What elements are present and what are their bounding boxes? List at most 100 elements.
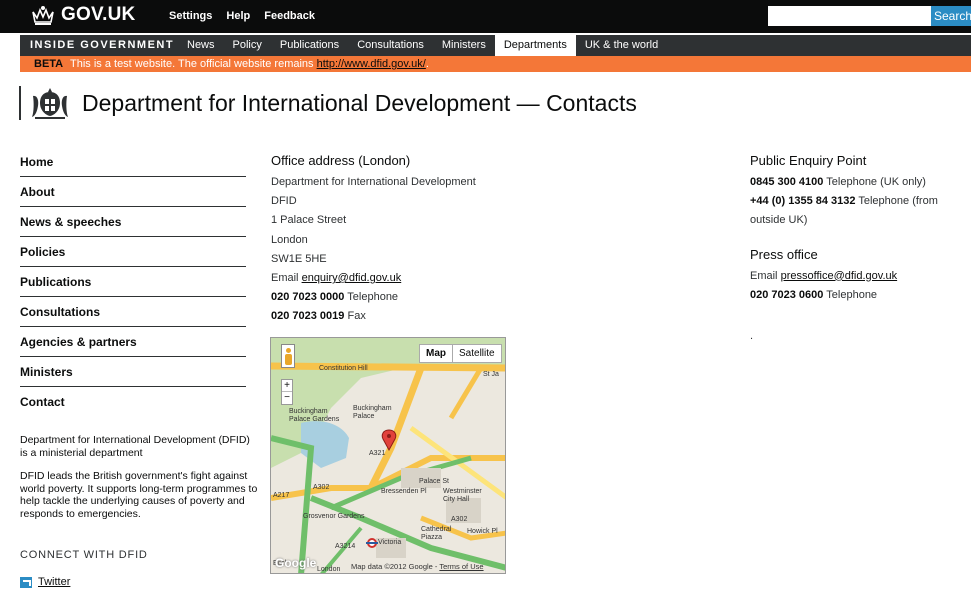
- map-label: A321: [369, 450, 386, 457]
- email-label: Email: [271, 272, 299, 285]
- map-data-text: Map data ©2012 Google -: [351, 562, 438, 571]
- govuk-logo[interactable]: GOV.UK: [31, 4, 135, 26]
- office-email-link[interactable]: enquiry@dfid.gov.uk: [302, 272, 402, 284]
- search-input[interactable]: [768, 6, 931, 26]
- nav-item-label: Publications: [20, 275, 92, 289]
- phone-label: Telephone: [826, 288, 878, 301]
- department-description: Department for International Development…: [20, 434, 260, 531]
- trailing-dot: .: [750, 330, 754, 343]
- nav-item-agencies-and-partners[interactable]: Agencies & partners: [20, 327, 246, 357]
- map-type-toggle: Map Satellite: [419, 344, 502, 363]
- map-type-map-button[interactable]: Map: [420, 345, 453, 362]
- map-type-satellite-button[interactable]: Satellite: [453, 345, 501, 362]
- nav-item-label: Home: [20, 155, 54, 169]
- fax-label: Fax: [347, 310, 366, 323]
- press-phone: 020 7023 0600: [750, 288, 824, 301]
- press-email-link[interactable]: pressoffice@dfid.gov.uk: [781, 270, 898, 282]
- office-email-row: Email enquiry@dfid.gov.uk: [271, 269, 571, 288]
- map-label: Victoria: [378, 539, 402, 546]
- address-line: Department for International Development: [271, 176, 476, 188]
- office-fax: 020 7023 0019: [271, 310, 345, 323]
- press-email-row: Email pressoffice@dfid.gov.uk: [750, 267, 965, 286]
- nav-item-label: Ministers: [20, 365, 73, 379]
- map-label: A302: [313, 484, 330, 491]
- tab-ministers[interactable]: Ministers: [433, 35, 495, 56]
- description-body: DFID leads the British government's figh…: [20, 470, 258, 520]
- address-line: DFID: [271, 195, 297, 208]
- nav-item-label: Policies: [20, 245, 66, 259]
- zoom-in-button[interactable]: +: [282, 380, 292, 392]
- public-enquiry-phone-row: 0845 300 4100 Telephone (UK only): [750, 173, 965, 192]
- connect-heading: CONNECT WITH DFID: [20, 549, 148, 561]
- nav-item-news-and-speeches[interactable]: News & speeches: [20, 207, 246, 237]
- tab-news[interactable]: News: [178, 35, 224, 56]
- nav-item-label: News & speeches: [20, 215, 122, 229]
- address-line: London: [271, 233, 308, 246]
- zoom-out-button[interactable]: −: [282, 392, 292, 404]
- feedback-link[interactable]: Feedback: [264, 10, 315, 22]
- page-header: Department for International Development…: [19, 86, 637, 120]
- nav-item-label: Agencies & partners: [20, 335, 137, 349]
- twitter-link-row[interactable]: Twitter: [20, 576, 70, 588]
- section-nav-items: News Policy Publications Consultations M…: [178, 35, 667, 56]
- beta-suffix: .: [425, 58, 429, 70]
- nav-item-about[interactable]: About: [20, 177, 246, 207]
- description-intro: Department for International Development…: [20, 434, 250, 459]
- beta-text: This is a test website. The official web…: [70, 58, 314, 70]
- phone-label: Telephone: [347, 291, 399, 304]
- global-header: GOV.UK Settings Help Feedback Search: [0, 0, 971, 33]
- office-heading: Office address (London): [271, 153, 411, 168]
- nav-item-ministers[interactable]: Ministers: [20, 357, 246, 387]
- nav-item-policies[interactable]: Policies: [20, 237, 246, 267]
- enquiry-phone-uk: 0845 300 4100: [750, 176, 824, 188]
- section-nav: INSIDE GOVERNMENT News Policy Publicatio…: [20, 35, 971, 56]
- location-map[interactable]: Map Satellite + − Constitution Hill St J…: [270, 337, 506, 574]
- beta-tag: BETA: [34, 58, 64, 70]
- map-label: Buckingham Palace: [353, 405, 392, 420]
- office-phone-row: 020 7023 0000 Telephone: [271, 288, 571, 307]
- press-office: Press office Email pressoffice@dfid.gov.…: [750, 247, 965, 347]
- crown-icon: [32, 6, 54, 25]
- tab-publications[interactable]: Publications: [271, 35, 348, 56]
- settings-link[interactable]: Settings: [169, 10, 212, 22]
- tab-consultations[interactable]: Consultations: [348, 35, 433, 56]
- department-nav: Home About News & speeches Policies Publ…: [20, 147, 246, 417]
- tab-policy[interactable]: Policy: [224, 35, 271, 56]
- logo-text: GOV.UK: [61, 4, 136, 25]
- nav-item-label: About: [20, 185, 55, 199]
- press-office-heading: Press office: [750, 246, 818, 262]
- tab-uk-and-the-world[interactable]: UK & the world: [576, 35, 667, 56]
- map-label: Buckingham Palace Gardens: [289, 408, 340, 423]
- contact-points: Public Enquiry Point 0845 300 4100 Telep…: [750, 153, 965, 346]
- beta-banner: BETA This is a test website. The officia…: [20, 56, 971, 72]
- public-enquiry-heading: Public Enquiry Point: [750, 153, 867, 168]
- map-label: Constitution Hill: [319, 365, 368, 372]
- nav-item-home[interactable]: Home: [20, 147, 246, 177]
- nav-item-label: Consultations: [20, 305, 100, 319]
- map-label: Palace St: [419, 478, 449, 485]
- nav-item-publications[interactable]: Publications: [20, 267, 246, 297]
- public-enquiry-intl-row: +44 (0) 1355 84 3132 Telephone (from out…: [750, 192, 965, 230]
- street-view-pegman-icon[interactable]: [281, 344, 295, 368]
- official-site-link[interactable]: http://www.dfid.gov.uk/: [317, 58, 426, 70]
- help-link[interactable]: Help: [226, 10, 250, 22]
- terms-of-use-link[interactable]: Terms of Use: [439, 562, 483, 571]
- tab-departments[interactable]: Departments: [494, 35, 576, 56]
- map-label: Bressenden Pl: [381, 488, 427, 495]
- phone-label: Telephone (UK only): [826, 176, 926, 188]
- twitter-link[interactable]: Twitter: [38, 576, 70, 588]
- zoom-control: + −: [281, 379, 293, 405]
- map-label: London: [317, 566, 341, 573]
- map-label: A3214: [335, 543, 356, 550]
- nav-item-label: Contact: [20, 395, 65, 409]
- office-address: Office address (London) Department for I…: [271, 153, 571, 327]
- search-button[interactable]: Search: [931, 6, 971, 26]
- section-title[interactable]: INSIDE GOVERNMENT: [30, 39, 174, 51]
- twitter-icon: [20, 576, 32, 588]
- google-logo: Google: [275, 556, 317, 570]
- map-label: A302: [451, 516, 468, 523]
- map-label: Grosvenor Gardens: [303, 513, 365, 520]
- nav-item-consultations[interactable]: Consultations: [20, 297, 246, 327]
- nav-item-contact[interactable]: Contact: [20, 387, 246, 417]
- royal-arms-crest-icon: [32, 88, 68, 119]
